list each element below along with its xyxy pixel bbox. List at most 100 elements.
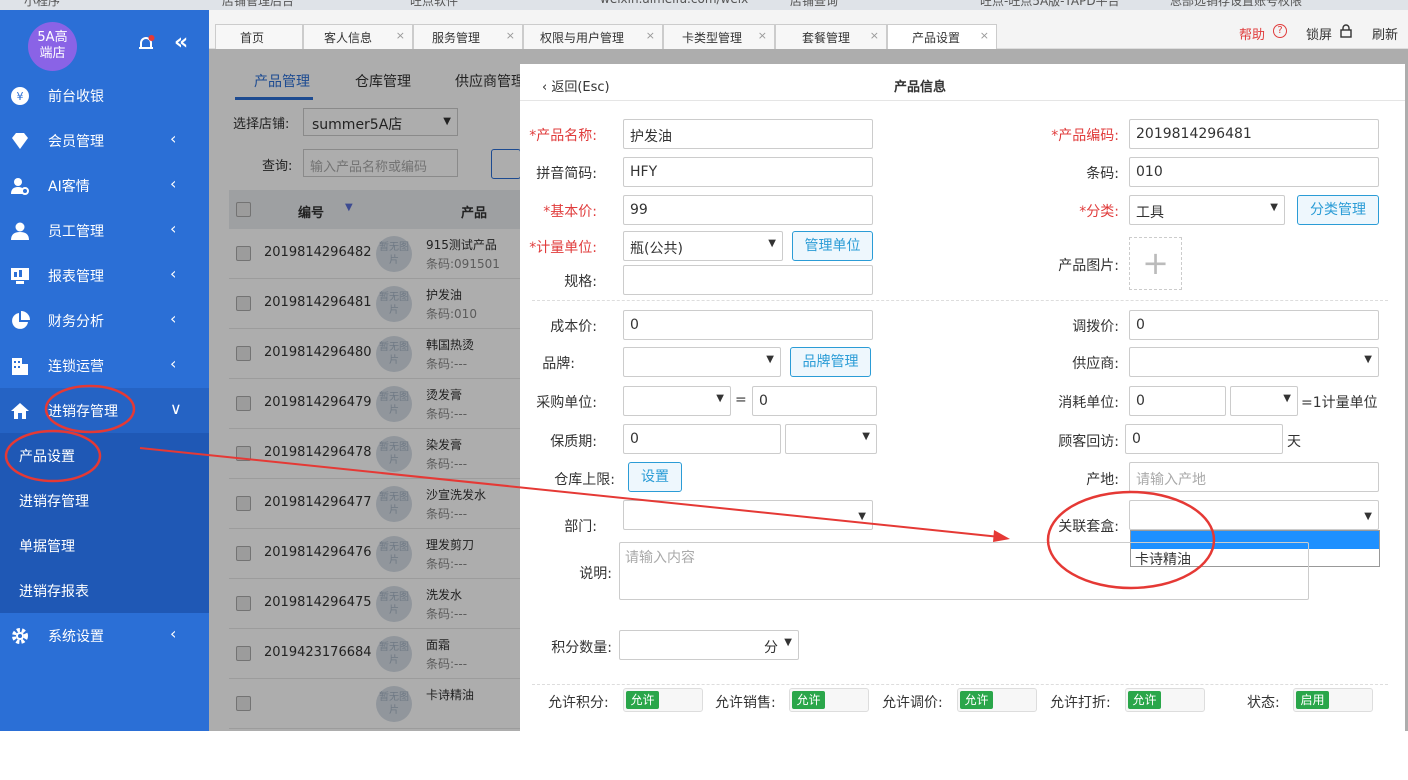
collapse-sidebar-icon[interactable]: « — [174, 32, 188, 54]
toggle-label: 允许调价: — [882, 695, 943, 711]
dropdown-arrow-icon: ▼ — [1270, 202, 1278, 213]
product-code-input[interactable]: 2019814296481 — [1129, 119, 1379, 149]
cost-input[interactable]: 0 — [623, 310, 873, 340]
tab-label: 客人信息 — [324, 31, 373, 45]
close-icon[interactable]: × — [758, 29, 767, 42]
product-name-label: *产品名称: — [529, 128, 597, 144]
sidebar-item-label: AI客情 — [48, 179, 90, 195]
brand-select[interactable]: ▼ — [623, 347, 781, 377]
tab-customer-info[interactable]: 客人信息 × — [303, 24, 413, 49]
sidebar-item-label: 财务分析 — [48, 314, 104, 330]
tab-packages[interactable]: 套餐管理 × — [775, 24, 887, 49]
sidebar-subitem[interactable]: 单据管理 — [0, 523, 209, 568]
warehouse-limit-button[interactable]: 设置 — [628, 462, 682, 492]
base-price-input[interactable]: 99 — [623, 195, 873, 225]
browser-tab[interactable]: 店铺管理后台 — [222, 0, 294, 10]
consume-qty-input[interactable]: 0 — [1129, 386, 1226, 416]
sidebar-header: 5A高 端店 « — [0, 10, 209, 74]
sidebar-item[interactable]: 进销存管理 ∨ — [0, 388, 209, 433]
brand-manage-button[interactable]: 品牌管理 — [790, 347, 871, 377]
consume-unit-select[interactable]: ▼ — [1230, 386, 1298, 416]
sidebar-item[interactable]: 员工管理 ‹ — [0, 208, 209, 253]
supplier-select[interactable]: ▼ — [1129, 347, 1379, 377]
tab-label: 卡类型管理 — [682, 31, 743, 45]
package-select[interactable]: ▼ — [1129, 500, 1379, 530]
tab-product-settings[interactable]: 产品设置 × — [887, 24, 997, 49]
sidebar-item[interactable]: 系统设置 ‹ — [0, 613, 209, 658]
permission-toggle[interactable]: 允许 — [1125, 688, 1205, 712]
product-name-input[interactable]: 护发油 — [623, 119, 873, 149]
tab-service[interactable]: 服务管理 × — [413, 24, 523, 49]
browser-tab[interactable]: weixin.aimeifa.com/weix — [600, 0, 748, 10]
help-link[interactable]: 帮助 — [1239, 24, 1265, 43]
description-textarea[interactable]: 请输入内容 — [619, 542, 1309, 600]
browser-tab[interactable]: 店铺查询 — [790, 0, 838, 10]
dropdown-arrow-icon: ▼ — [768, 238, 776, 249]
permission-toggle[interactable]: 允许 — [789, 688, 869, 712]
close-icon[interactable]: × — [396, 29, 405, 42]
tab-permissions[interactable]: 权限与用户管理 × — [523, 24, 663, 49]
description-label: 说明: — [579, 566, 612, 582]
help-icon[interactable]: ? — [1273, 24, 1287, 38]
permission-toggle[interactable]: 允许 — [623, 688, 703, 712]
tab-label: 服务管理 — [432, 31, 481, 45]
lock-screen-link[interactable]: 锁屏 — [1306, 24, 1332, 43]
sidebar-subitem[interactable]: 产品设置 — [0, 433, 209, 478]
dropdown-arrow-icon: ▼ — [862, 431, 870, 442]
close-icon[interactable]: × — [506, 29, 515, 42]
permission-toggle[interactable]: 允许 — [957, 688, 1037, 712]
department-select[interactable]: ▼ — [623, 500, 873, 530]
close-icon[interactable]: × — [646, 29, 655, 42]
unit-label: *计量单位: — [529, 240, 597, 256]
browser-tab[interactable]: 总部选销存设置账号权限 — [1170, 0, 1302, 10]
image-upload-button[interactable]: + — [1129, 237, 1182, 290]
pinyin-input[interactable]: HFY — [623, 157, 873, 187]
sidebar-subitem-label: 进销存管理 — [19, 494, 89, 510]
unit-manage-button[interactable]: 管理单位 — [792, 231, 873, 261]
sidebar-item[interactable]: AI客情 ‹ — [0, 163, 209, 208]
chevron-icon: ‹ — [170, 219, 177, 238]
sidebar-item[interactable]: ¥ 前台收银 — [0, 73, 209, 118]
chevron-icon: ‹ — [170, 354, 177, 373]
refresh-link[interactable]: 刷新 — [1372, 24, 1398, 43]
points-select[interactable]: 分 ▼ — [619, 630, 799, 660]
sidebar-item[interactable]: 报表管理 ‹ — [0, 253, 209, 298]
category-select[interactable]: 工具 ▼ — [1129, 195, 1285, 225]
close-icon[interactable]: × — [870, 29, 879, 42]
unit-select[interactable]: 瓶(公共) ▼ — [623, 231, 783, 261]
spec-input[interactable] — [623, 265, 873, 295]
lock-icon[interactable] — [1340, 24, 1352, 38]
barcode-label: 条码: — [1086, 166, 1119, 182]
product-info-modal: ‹ 返回(Esc) 产品信息 *产品名称: 护发油 *产品编码: 2019814… — [520, 64, 1405, 731]
logo-text: 5A高 — [37, 30, 68, 45]
transfer-price-input[interactable]: 0 — [1129, 310, 1379, 340]
chevron-left-icon: ‹ — [542, 80, 552, 95]
purchase-qty-input[interactable]: 0 — [752, 386, 877, 416]
browser-tab[interactable]: 小程序 — [24, 0, 60, 10]
base-price-label: *基本价: — [543, 204, 597, 220]
browser-tab-strip: 小程序 店铺管理后台 旺点软件 weixin.aimeifa.com/weix … — [0, 0, 1408, 10]
tab-home[interactable]: 首页 — [215, 24, 303, 49]
shelf-life-input[interactable]: 0 — [623, 424, 781, 454]
shelf-life-unit-select[interactable]: ▼ — [785, 424, 877, 454]
dropdown-arrow-icon: ▼ — [716, 393, 724, 404]
revisit-input[interactable]: 0 — [1125, 424, 1283, 454]
sidebar-item[interactable]: 会员管理 ‹ — [0, 118, 209, 163]
sidebar-subitem[interactable]: 进销存管理 — [0, 478, 209, 523]
category-manage-button[interactable]: 分类管理 — [1297, 195, 1379, 225]
back-button[interactable]: ‹ 返回(Esc) — [542, 76, 610, 95]
sidebar-item[interactable]: 连锁运营 ‹ — [0, 343, 209, 388]
tab-card-types[interactable]: 卡类型管理 × — [663, 24, 775, 49]
origin-input[interactable]: 请输入产地 — [1129, 462, 1379, 492]
barcode-input[interactable]: 010 — [1129, 157, 1379, 187]
bell-icon[interactable] — [136, 34, 156, 54]
browser-tab[interactable]: 旺点-旺点5A版-TAPD平台 — [980, 0, 1120, 10]
chevron-icon: ‹ — [170, 309, 177, 328]
close-icon[interactable]: × — [980, 29, 989, 42]
modal-header: ‹ 返回(Esc) 产品信息 — [520, 64, 1405, 101]
browser-tab[interactable]: 旺点软件 — [410, 0, 458, 10]
sidebar-subitem[interactable]: 进销存报表 — [0, 568, 209, 613]
permission-toggle[interactable]: 启用 — [1293, 688, 1373, 712]
purchase-unit-select[interactable]: ▼ — [623, 386, 731, 416]
sidebar-item[interactable]: 财务分析 ‹ — [0, 298, 209, 343]
